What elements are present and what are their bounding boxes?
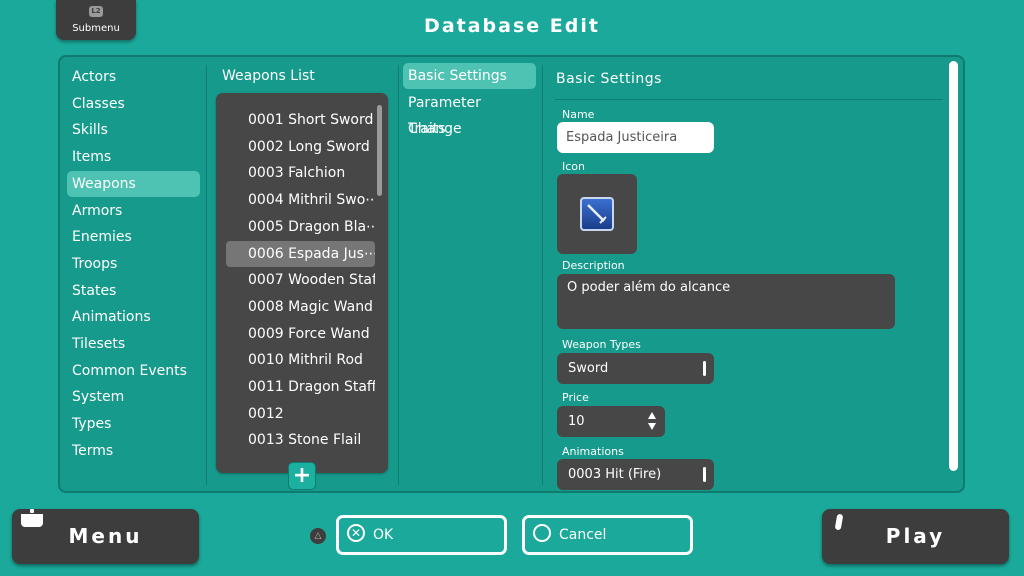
- category-item-enemies[interactable]: Enemies: [67, 224, 200, 250]
- page-title: Database Edit: [424, 15, 600, 37]
- icon-picker[interactable]: [557, 174, 637, 254]
- dropdown-indicator-icon: [703, 467, 706, 482]
- category-item-armors[interactable]: Armors: [67, 198, 200, 224]
- weapon-list-item[interactable]: 0007 Wooden Staff: [226, 267, 375, 293]
- animations-label: Animations: [562, 445, 624, 458]
- sword-icon: [580, 197, 614, 231]
- weapon-types-label: Weapon Types: [562, 338, 641, 351]
- cancel-button[interactable]: Cancel: [522, 515, 693, 555]
- weapon-list-item[interactable]: 0005 Dragon Bla⋯: [226, 214, 375, 240]
- category-item-types[interactable]: Types: [67, 411, 200, 437]
- weapons-list[interactable]: 0001 Short Sword 0002 Long Sword 0003 Falc…: [216, 93, 388, 473]
- weapon-types-value: Sword: [568, 361, 609, 376]
- price-value: 10: [568, 414, 585, 429]
- price-label: Price: [562, 391, 589, 404]
- divider: [542, 65, 543, 485]
- weapon-list-item[interactable]: 0002 Long Sword: [226, 134, 375, 160]
- description-label: Description: [562, 259, 625, 272]
- settings-scrollbar[interactable]: [949, 61, 958, 471]
- divider: [398, 65, 399, 485]
- weapon-list-item[interactable]: 0012: [226, 401, 375, 427]
- weapon-list-item[interactable]: 0011 Dragon Staff: [226, 374, 375, 400]
- cancel-button-label: Cancel: [559, 527, 607, 543]
- ok-button-label: OK: [373, 527, 394, 543]
- category-item-items[interactable]: Items: [67, 144, 200, 170]
- divider: [206, 65, 207, 485]
- weapon-list-item[interactable]: 0013 Stone Flail: [226, 427, 375, 453]
- ok-button[interactable]: ✕ OK: [336, 515, 507, 555]
- weapon-types-select[interactable]: Sword: [557, 353, 714, 384]
- category-item-troops[interactable]: Troops: [67, 251, 200, 277]
- name-label: Name: [562, 108, 595, 121]
- animations-value: 0003 Hit (Fire): [568, 467, 662, 482]
- category-item-weapons[interactable]: Weapons: [67, 170, 200, 197]
- section-divider: [555, 99, 943, 100]
- icon-label: Icon: [562, 160, 585, 173]
- menu-icon: [21, 509, 43, 527]
- category-item-states[interactable]: States: [67, 278, 200, 304]
- category-item-common-events[interactable]: Common Events: [67, 358, 200, 384]
- weapon-list-item[interactable]: 0006 Espada Jus⋯: [226, 240, 375, 267]
- menu-button[interactable]: Menu: [12, 509, 199, 564]
- circle-button-icon: [533, 524, 551, 542]
- category-item-classes[interactable]: Classes: [67, 91, 200, 117]
- increment-arrow-icon[interactable]: [648, 412, 656, 419]
- description-field[interactable]: O poder além do alcance: [557, 274, 895, 329]
- weapon-list-item[interactable]: 0009 Force Wand: [226, 321, 375, 347]
- category-item-system[interactable]: System: [67, 384, 200, 410]
- name-field[interactable]: Espada Justiceira: [557, 122, 714, 153]
- play-controller-icon: [834, 513, 844, 531]
- weapon-list-item[interactable]: 0003 Falchion: [226, 160, 375, 186]
- category-item-actors[interactable]: Actors: [67, 64, 200, 90]
- weapons-list-scrollbar[interactable]: [377, 105, 382, 196]
- animations-select[interactable]: 0003 Hit (Fire): [557, 459, 714, 490]
- dropdown-indicator-icon: [703, 361, 706, 376]
- category-item-terms[interactable]: Terms: [67, 438, 200, 464]
- price-stepper[interactable]: 10: [557, 406, 665, 437]
- cross-button-icon: ✕: [347, 524, 365, 542]
- category-item-tilesets[interactable]: Tilesets: [67, 331, 200, 357]
- weapon-list-item[interactable]: 0010 Mithril Rod: [226, 347, 375, 373]
- menu-button-label: Menu: [68, 524, 143, 548]
- tab-basic-settings[interactable]: Basic Settings: [403, 63, 536, 89]
- weapon-list-item[interactable]: 0001 Short Sword: [226, 107, 375, 133]
- tab-parameter-change[interactable]: Parameter Change: [403, 90, 536, 137]
- decrement-arrow-icon[interactable]: [648, 423, 656, 430]
- weapon-list-item[interactable]: 0004 Mithril Swo⋯: [226, 187, 375, 213]
- play-button-label: Play: [885, 524, 946, 548]
- tab-traits[interactable]: Traits: [403, 116, 536, 142]
- section-title: Basic Settings: [556, 71, 662, 87]
- weapon-list-item[interactable]: 0008 Magic Wand: [226, 294, 375, 320]
- weapons-list-title: Weapons List: [222, 68, 315, 84]
- triangle-button-icon: △: [310, 528, 326, 544]
- category-item-skills[interactable]: Skills: [67, 117, 200, 143]
- add-weapon-button[interactable]: +: [288, 462, 316, 490]
- category-item-animations[interactable]: Animations: [67, 304, 200, 330]
- play-button[interactable]: Play: [822, 509, 1009, 564]
